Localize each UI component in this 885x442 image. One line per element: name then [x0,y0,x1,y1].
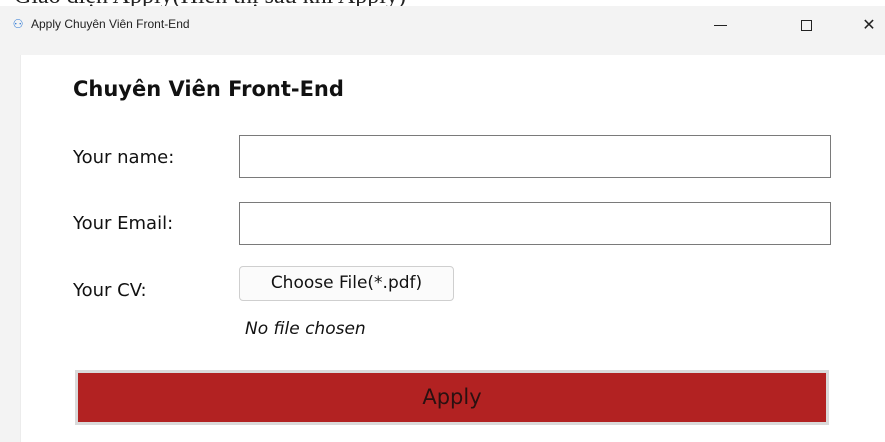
apply-window: ⚇ Apply Chuyên Viên Front-End ✕ Chuyên V… [0,6,885,442]
apply-form: Chuyên Viên Front-End Your name: Your Em… [20,55,885,442]
minimize-icon [713,24,727,26]
close-button[interactable]: ✕ [846,6,885,44]
window-titlebar[interactable]: ⚇ Apply Chuyên Viên Front-End ✕ [0,6,885,44]
person-icon: ⚇ [12,17,24,31]
name-input[interactable] [239,135,831,178]
screen: Giao diện Apply(Hiển thị sau khi Apply) … [0,0,885,442]
email-label: Your Email: [73,213,174,234]
email-input[interactable] [239,202,831,245]
job-title: Chuyên Viên Front-End [73,77,344,101]
close-icon: ✕ [862,15,876,34]
name-label: Your name: [73,147,175,168]
apply-button[interactable]: Apply [75,370,829,425]
minimize-button[interactable] [697,6,743,44]
file-status: No file chosen [245,319,366,339]
choose-file-button[interactable]: Choose File(*.pdf) [239,266,454,301]
maximize-icon [800,19,812,31]
cv-label: Your CV: [73,280,147,301]
window-title: Apply Chuyên Viên Front-End [31,17,190,31]
maximize-button[interactable] [783,6,829,44]
